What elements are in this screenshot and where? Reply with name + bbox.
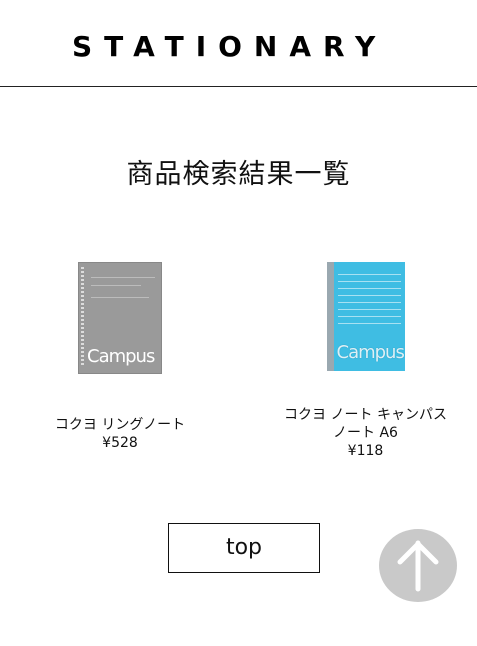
scroll-to-top-button[interactable] (379, 529, 457, 602)
cover-line (91, 285, 141, 286)
cover-brand-text: Campus (336, 342, 405, 363)
product-card[interactable]: Campus コクヨ ノート キャンパスノート A6 ¥118 (278, 262, 453, 460)
cover-line (91, 277, 155, 278)
product-price: ¥528 (102, 435, 138, 451)
top-button[interactable]: top (168, 523, 320, 573)
product-card[interactable]: Campus コクヨ リングノート ¥528 (40, 262, 200, 452)
product-name[interactable]: コクヨ リングノート (40, 416, 200, 434)
product-name[interactable]: コクヨ ノート キャンパスノート A6 (278, 406, 453, 442)
product-price: ¥118 (347, 443, 384, 459)
arrow-up-icon (397, 540, 439, 592)
site-header: STATIONARY (0, 0, 477, 87)
cover-ruling (337, 268, 401, 330)
page-title: 商品検索結果一覧 (126, 159, 351, 190)
cover-brand-text: Campus (87, 346, 155, 367)
product-image-ring-notebook[interactable]: Campus (78, 262, 162, 374)
notebook-spiral (81, 267, 84, 367)
cover-line (91, 297, 149, 298)
product-image-campus-notebook[interactable]: Campus (326, 262, 405, 371)
site-logo[interactable]: STATIONARY (72, 30, 387, 63)
